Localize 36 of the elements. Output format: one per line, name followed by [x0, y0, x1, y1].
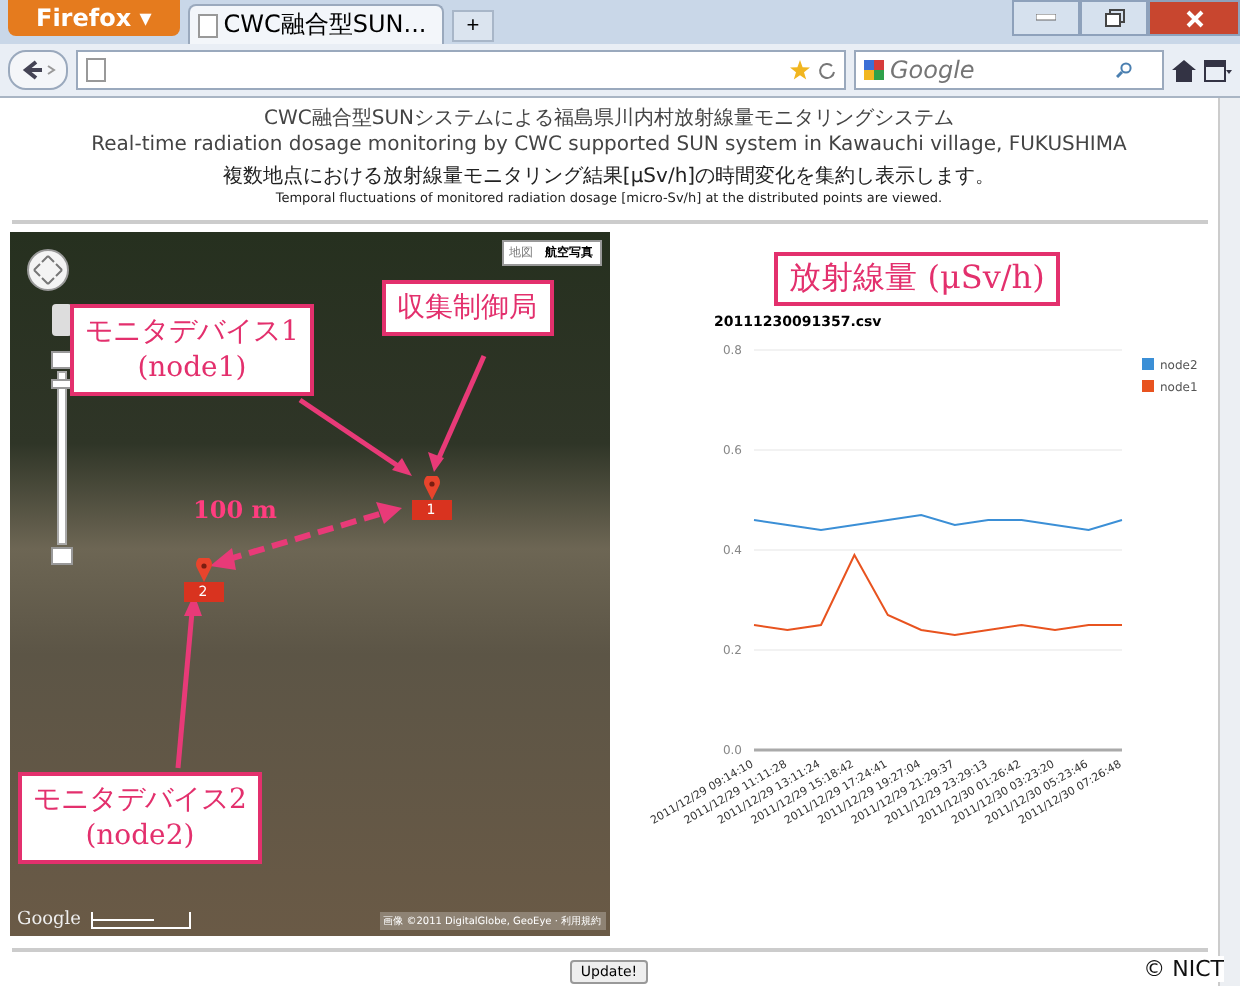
callout-text: 収集制御局 [397, 290, 537, 326]
map-pin-icon[interactable] [195, 558, 211, 582]
minimize-icon [1036, 14, 1056, 22]
page-title: CWC融合型SUNシステムによる福島県川内村放射線量モニタリングシステム [264, 106, 954, 132]
search-engine-icon [864, 60, 884, 80]
menu-icon[interactable] [1204, 59, 1232, 81]
search-field[interactable]: Google [854, 50, 1164, 90]
scale-bar-icon [89, 910, 193, 930]
search-icon [1116, 62, 1132, 78]
pan-control-icon[interactable] [25, 248, 69, 292]
callout-arrow [297, 397, 411, 476]
search-input[interactable]: Google [890, 56, 1110, 84]
callout-text: (node1) [135, 350, 249, 386]
description: 複数地点における放射線量モニタリング結果[μSv/h]の時間変化を集約し表示します。 [222, 166, 996, 190]
credit-text: © NICT [1143, 956, 1224, 982]
close-icon [1185, 9, 1203, 27]
chart-heading: 放射線量 (μSv/h) [773, 252, 1061, 306]
back-button[interactable] [8, 50, 68, 90]
map-pin-icon[interactable] [423, 476, 439, 500]
reload-icon [818, 61, 836, 79]
restore-button[interactable] [1080, 0, 1148, 36]
callout-text: モニタデバイス2 [33, 782, 247, 818]
callout-arrow [427, 355, 486, 472]
home-icon[interactable] [1172, 59, 1196, 81]
page-subtitle: Real-time radiation dosage monitoring by CWC supported SUN system in Kawauchi village, FUKUSHIMA [91, 132, 1127, 158]
callout-text: モニタデバイス1 [85, 314, 299, 350]
zoom-slider-icon[interactable] [49, 304, 73, 568]
address-field[interactable] [76, 50, 846, 90]
new-tab-button[interactable]: + [452, 10, 494, 42]
callout-text: (node2) [83, 818, 197, 854]
close-button[interactable] [1148, 0, 1240, 36]
restore-icon [1103, 8, 1125, 28]
star-icon [790, 60, 810, 80]
distance-label: 100 m [193, 496, 277, 524]
browser-tab[interactable]: CWC融合型SUN... [187, 4, 445, 44]
map-logo: Google [17, 910, 81, 930]
